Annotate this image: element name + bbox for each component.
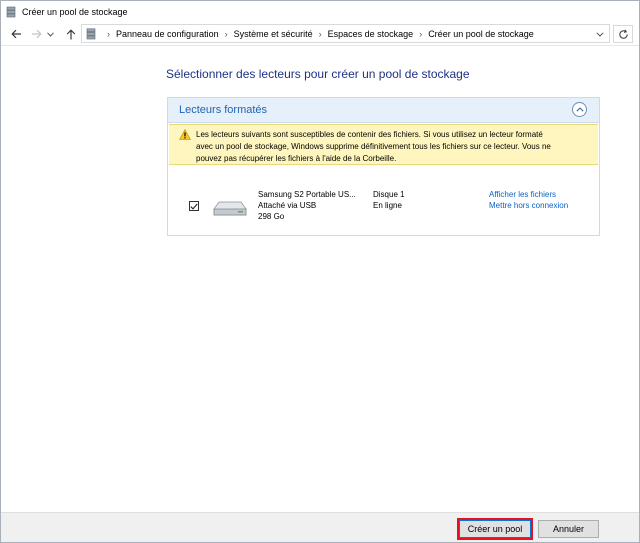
breadcrumb-create-pool[interactable]: Créer un pool de stockage [428, 29, 534, 39]
chevron-right-icon[interactable]: › [225, 29, 228, 39]
drive-connection: Attaché via USB [258, 201, 317, 210]
chevron-right-icon[interactable]: › [107, 29, 110, 39]
refresh-icon [618, 29, 628, 39]
drive-checkbox[interactable] [189, 201, 199, 211]
drive-size: 298 Go [258, 212, 285, 221]
address-dropdown-button[interactable] [593, 27, 607, 41]
collapse-icon [575, 107, 584, 112]
title-bar: Créer un pool de stockage [1, 1, 639, 22]
disk-status: En ligne [373, 201, 402, 210]
recent-locations-button[interactable] [44, 25, 56, 43]
dropdown-arrow-icon [46, 31, 54, 37]
warning-message: Les lecteurs suivants sont susceptibles … [169, 124, 598, 165]
warning-line: Les lecteurs suivants sont susceptibles … [196, 130, 543, 139]
window: Créer un pool de stockage › Panneau de c… [0, 0, 640, 543]
storage-spaces-icon [86, 28, 96, 39]
chevron-right-icon[interactable]: › [319, 29, 322, 39]
window-title: Créer un pool de stockage [22, 6, 128, 17]
warning-icon [179, 129, 191, 140]
panel-header[interactable]: Lecteurs formatés [168, 98, 599, 123]
chevron-right-icon[interactable]: › [419, 29, 422, 39]
panel-title: Lecteurs formatés [179, 104, 268, 116]
drive-name: Samsung S2 Portable US... [258, 190, 356, 199]
storage-spaces-icon [6, 6, 16, 17]
create-pool-button[interactable]: Créer un pool [459, 520, 531, 538]
forward-arrow-icon [31, 29, 42, 39]
warning-line: pouvez pas récupérer les fichiers à l'ai… [196, 154, 397, 163]
take-offline-link[interactable]: Mettre hors connexion [489, 200, 568, 211]
back-button[interactable] [7, 25, 25, 43]
external-drive-icon [213, 201, 247, 216]
chevron-down-icon [596, 31, 604, 37]
view-files-link[interactable]: Afficher les fichiers [489, 189, 568, 200]
disk-info: Disque 1 En ligne [373, 189, 405, 211]
warning-line: avec un pool de stockage, Windows suppri… [196, 142, 551, 151]
collapse-button[interactable] [572, 102, 587, 117]
drive-row: Samsung S2 Portable US... Attaché via US… [169, 188, 598, 224]
up-button[interactable] [62, 25, 80, 43]
breadcrumb-storage-spaces[interactable]: Espaces de stockage [328, 29, 414, 39]
up-arrow-icon [66, 28, 76, 39]
disk-number: Disque 1 [373, 190, 405, 199]
breadcrumb-system-security[interactable]: Système et sécurité [234, 29, 313, 39]
cancel-button[interactable]: Annuler [538, 520, 599, 538]
page-heading: Sélectionner des lecteurs pour créer un … [166, 67, 470, 81]
checkbox-checked-icon [190, 203, 198, 210]
address-row: › Panneau de configuration › Système et … [1, 22, 639, 46]
forward-button[interactable] [27, 25, 45, 43]
address-bar[interactable]: › Panneau de configuration › Système et … [81, 24, 610, 43]
formatted-drives-panel: Lecteurs formatés Les lecteurs suivants … [167, 97, 600, 236]
drive-actions: Afficher les fichiers Mettre hors connex… [489, 189, 568, 211]
footer: Créer un pool Annuler [1, 512, 639, 542]
breadcrumb-control-panel[interactable]: Panneau de configuration [116, 29, 219, 39]
drive-info: Samsung S2 Portable US... Attaché via US… [258, 189, 356, 222]
refresh-button[interactable] [613, 25, 633, 43]
back-arrow-icon [10, 29, 21, 39]
